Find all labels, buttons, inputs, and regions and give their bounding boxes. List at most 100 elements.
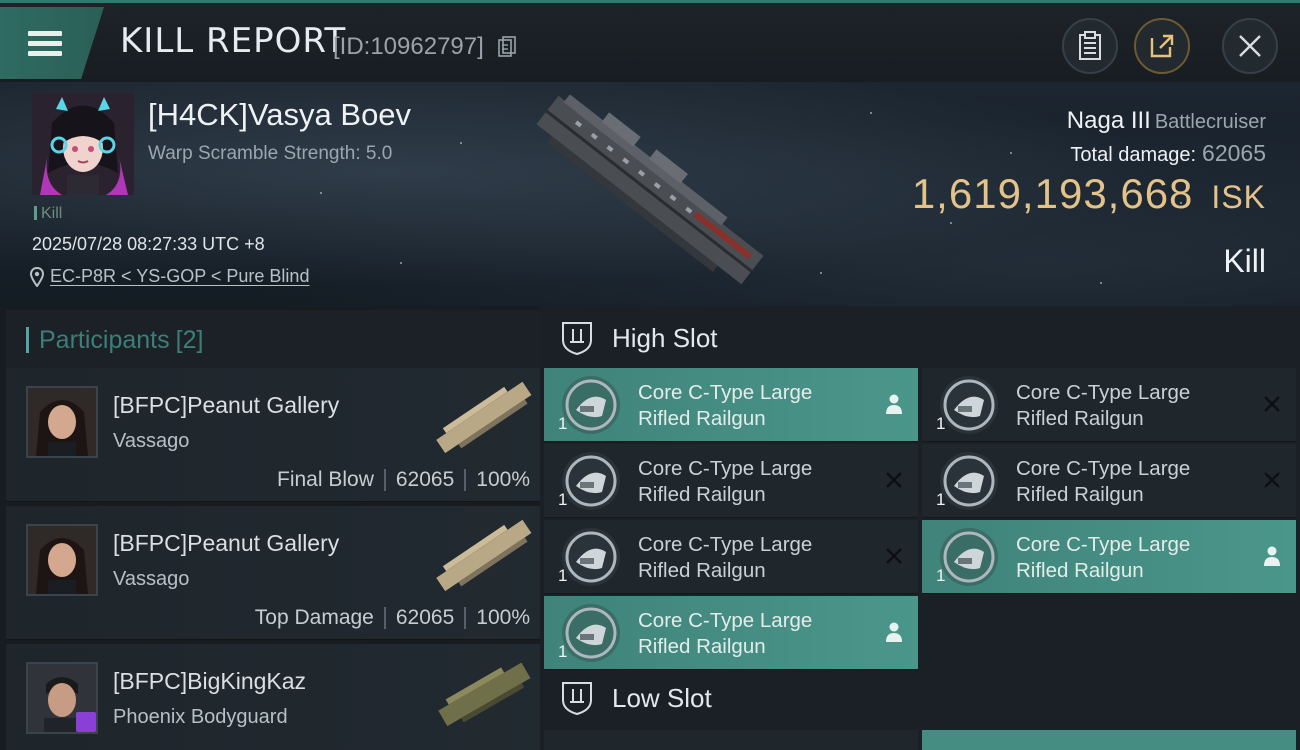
railgun-module-icon [562,528,620,586]
module-name-line2: Rifled Railgun [638,559,766,582]
person-icon [1264,546,1280,566]
participant-stats: Top Damage 62065 100% [255,606,530,630]
slot-shield-icon [562,682,592,716]
module-name-line2: Rifled Railgun [638,407,766,430]
module-name-line2: Rifled Railgun [1016,407,1144,430]
module-name-line2: Rifled Railgun [638,635,766,658]
participant-card[interactable]: [BFPC]Peanut Gallery Vassago Final Blow … [6,368,540,502]
victim-portrait-image [32,93,134,195]
module-name: Core C-Type Large Rifled Railgun [638,456,812,508]
fitting-panel: High Slot 1 Core C-Type Large Rifled Railg… [540,306,1300,750]
victim-avatar[interactable] [32,93,134,195]
stat-separator [464,469,467,491]
victim-name[interactable]: [H4CK]Vasya Boev [148,97,411,133]
participant-percent: 100% [476,468,530,491]
victim-ship-image [536,94,764,285]
total-damage-value: 62065 [1202,140,1266,166]
participant-card[interactable]: [BFPC]BigKingKaz Phoenix Bodyguard [6,644,540,750]
isk-value: 1,619,193,668 ISK [912,170,1266,218]
module-tile[interactable]: 1 Core C-Type Large Rifled Railgun [544,444,918,518]
module-tile[interactable]: 1 Core C-Type Large Rifled Railgun [922,368,1296,442]
share-button[interactable] [1134,18,1190,74]
high-slot-header: High Slot [560,320,718,356]
module-name-line1: Core C-Type Large [1016,533,1191,556]
module-name-line1: Core C-Type Large [638,609,813,632]
copy-icon[interactable] [498,36,516,58]
participant-percent: 100% [476,606,530,629]
ship-class: Battlecruiser [1154,111,1266,133]
participants-panel: Participants [2] [BFPC]Peanut Gallery Va… [0,306,540,750]
stat-separator [383,607,386,629]
participant-ship: Vassago [113,430,190,452]
menu-button[interactable] [0,7,104,79]
close-button[interactable] [1222,18,1278,74]
pilot-portrait-image [28,526,96,594]
location-link[interactable]: EC-P8R < YS-GOP < Pure Blind [50,266,309,287]
module-tile[interactable]: 1 Core C-Type Large Rifled Railgun [544,596,918,670]
location-pin-icon [30,266,44,287]
participant-ship-image [436,381,532,454]
kill-location[interactable]: EC-P8R < YS-GOP < Pure Blind [30,266,309,287]
module-name-line1: Core C-Type Large [1016,381,1191,404]
railgun-module-icon [940,528,998,586]
module-name-line2: Rifled Railgun [1016,559,1144,582]
module-tile[interactable]: 1 Core C-Type Large Rifled Railgun [544,368,918,442]
railgun-module-icon [940,452,998,510]
pilot-portrait-image [28,388,96,456]
railgun-module-icon [562,604,620,662]
participant-name[interactable]: [BFPC]BigKingKaz [113,668,306,695]
victim-ship-name[interactable]: Naga III Battlecruiser [1067,107,1266,135]
module-quantity: 1 [558,490,568,509]
result-label: Kill [1223,243,1266,279]
hamburger-menu-icon [28,26,62,61]
kill-tag: Kill [34,205,62,223]
participant-name[interactable]: [BFPC]Peanut Gallery [113,392,339,419]
module-name: Core C-Type Large Rifled Railgun [1016,532,1190,584]
stat-separator [464,607,467,629]
module-tile[interactable]: 1 Core C-Type Large Rifled Railgun [544,520,918,594]
participant-ship: Phoenix Bodyguard [113,706,288,728]
participant-avatar[interactable] [26,386,98,458]
person-icon [886,394,902,414]
stat-separator [383,469,386,491]
clipboard-icon [1079,31,1101,60]
participant-name[interactable]: [BFPC]Peanut Gallery [113,530,339,557]
railgun-module-icon [940,376,998,434]
module-quantity: 1 [558,642,568,661]
page-title: KILL REPORT [120,21,347,61]
close-icon [1239,35,1261,57]
participants-header: Participants [2] [6,310,540,370]
low-slot-label: Low Slot [612,682,712,713]
clipboard-button[interactable] [1062,18,1118,74]
victim-banner: [H4CK]Vasya Boev Warp Scramble Strength:… [0,82,1300,306]
participant-role: Final Blow [277,468,374,491]
participants-label: Participants [39,325,170,354]
module-name-line1: Core C-Type Large [1016,457,1191,480]
module-name-line2: Rifled Railgun [1016,483,1144,506]
low-slot-module-partial[interactable] [544,730,918,750]
participant-avatar[interactable] [26,524,98,596]
share-icon [1150,34,1174,58]
participant-card[interactable]: [BFPC]Peanut Gallery Vassago Top Damage … [6,506,540,640]
pilot-badge-icon [76,712,96,732]
module-name-line1: Core C-Type Large [638,533,813,556]
isk-amount: 1,619,193,668 [911,170,1194,217]
participant-role: Top Damage [254,606,374,629]
isk-unit: ISK [1211,179,1266,215]
participant-avatar[interactable] [26,662,98,734]
module-tile[interactable]: 1 Core C-Type Large Rifled Railgun [922,520,1296,594]
slot-shield-icon [562,322,592,356]
ship-type-name: Naga III [1066,107,1151,134]
x-icon [1264,396,1280,412]
participants-count: [2] [175,325,204,354]
participant-ship-image [436,519,532,592]
module-quantity: 1 [936,566,946,585]
low-slot-module-partial[interactable] [922,730,1296,750]
header-bar: KILL REPORT [ID:10962797] [0,0,1300,82]
x-icon [886,472,902,488]
module-name-line1: Core C-Type Large [638,457,813,480]
person-icon [886,622,902,642]
module-name-line2: Rifled Railgun [638,483,766,506]
low-slot-header: Low Slot [560,680,712,716]
module-tile[interactable]: 1 Core C-Type Large Rifled Railgun [922,444,1296,518]
